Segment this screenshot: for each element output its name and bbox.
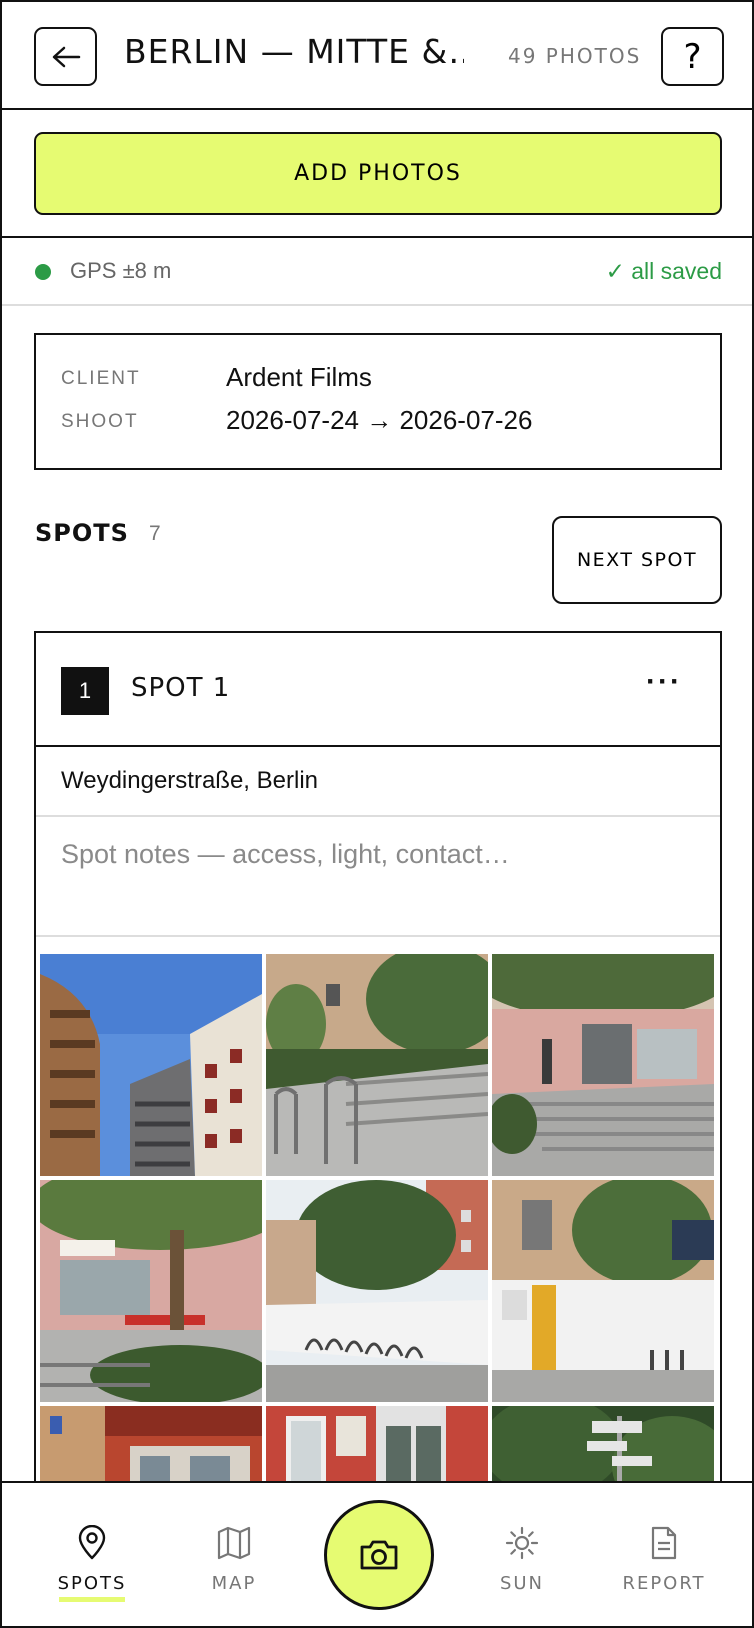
arrow-left-icon [52, 46, 80, 67]
document-icon [651, 1526, 677, 1560]
client-value: Ardent Films [226, 362, 372, 392]
shoot-dates: 2026-07-24 → 2026-07-26 [226, 405, 533, 435]
back-button[interactable] [34, 27, 97, 86]
spot-number-badge: 1 [61, 667, 109, 715]
app-frame: BERLIN — MITTE &… 49 PHOTOS ? ADD PHOTOS… [0, 0, 754, 1628]
add-photos-section: ADD PHOTOS [2, 110, 752, 238]
client-label: CLIENT [61, 368, 141, 389]
photo-thumbnail[interactable] [492, 1180, 714, 1402]
status-bar: GPS ±8 m ✓ all saved [2, 240, 752, 306]
spot-card: 1 SPOT 1 ··· Weydingerstraße, Berlin [34, 631, 722, 1626]
spots-count: 7 [149, 522, 161, 545]
next-spot-button[interactable]: NEXT SPOT [552, 516, 722, 604]
tab-map[interactable]: MAP [174, 1483, 294, 1626]
photo-count: 49 PHOTOS [508, 44, 642, 68]
tab-report[interactable]: REPORT [604, 1483, 724, 1626]
sun-icon [505, 1526, 539, 1560]
spot-address[interactable]: Weydingerstraße, Berlin [36, 749, 720, 817]
tab-label: MAP [211, 1573, 257, 1594]
photo-ramp-railings [266, 954, 488, 1176]
tab-label: REPORT [622, 1573, 706, 1594]
tab-label: SUN [499, 1573, 545, 1594]
camera-button[interactable] [324, 1500, 434, 1610]
spot-notes-input[interactable] [36, 819, 720, 937]
bottom-tab-bar: SPOTS MAP SUN REPORT [2, 1481, 752, 1626]
map-pin-icon [78, 1525, 106, 1560]
photo-bike-racks-wall [266, 1180, 488, 1402]
top-bar: BERLIN — MITTE &… 49 PHOTOS ? [2, 2, 752, 110]
photo-thumbnail[interactable] [266, 954, 488, 1176]
photo-thumbnail[interactable] [266, 1180, 488, 1402]
spot-name[interactable]: SPOT 1 [131, 673, 230, 703]
camera-icon [360, 1540, 398, 1570]
map-icon [217, 1526, 251, 1560]
tab-spots[interactable]: SPOTS [32, 1483, 152, 1626]
photo-thumbnail[interactable] [40, 1180, 262, 1402]
more-options-button[interactable]: ··· [646, 665, 682, 699]
photo-shopfront-tree [40, 1180, 262, 1402]
active-tab-indicator [59, 1597, 125, 1602]
shoot-label: SHOOT [61, 411, 139, 432]
help-button[interactable]: ? [661, 27, 724, 86]
project-info-card: CLIENT Ardent Films SHOOT 2026-07-24 → 2… [34, 333, 722, 470]
project-title: BERLIN — MITTE &… [124, 32, 464, 71]
add-photos-button[interactable]: ADD PHOTOS [34, 132, 722, 215]
photo-thumbnail[interactable] [40, 954, 262, 1176]
save-status: ✓ all saved [605, 258, 722, 284]
photo-yellow-door [492, 1180, 714, 1402]
photo-building-sky [40, 954, 262, 1176]
tab-label: SPOTS [57, 1573, 127, 1594]
gps-accuracy: GPS ±8 m [70, 258, 172, 283]
photo-entrance-steps [492, 954, 714, 1176]
spots-heading: SPOTS [35, 519, 129, 547]
tab-sun[interactable]: SUN [462, 1483, 582, 1626]
gps-status-dot-icon [35, 264, 51, 280]
photo-thumbnail[interactable] [492, 954, 714, 1176]
spot-header: 1 SPOT 1 ··· [36, 633, 720, 747]
